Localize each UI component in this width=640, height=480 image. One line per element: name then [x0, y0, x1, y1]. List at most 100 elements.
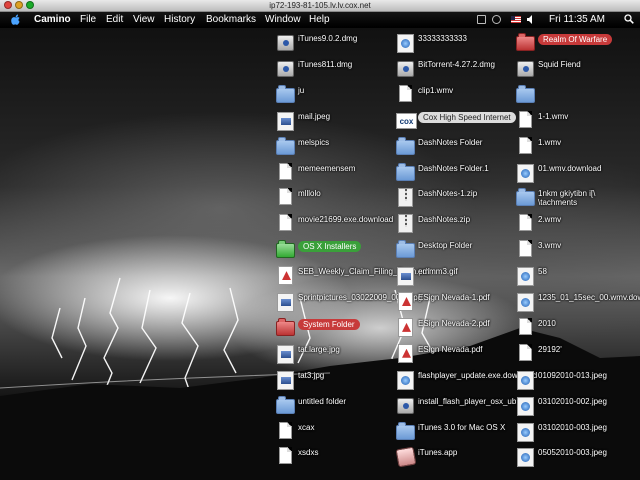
desktop-item[interactable]: emmm3.gif — [396, 265, 516, 291]
menu-file[interactable]: File — [80, 12, 96, 27]
desktop-item[interactable]: 29192' — [516, 343, 636, 369]
desktop-item[interactable]: Squid Fiend — [516, 58, 636, 84]
menu-view[interactable]: View — [133, 12, 155, 27]
display-icon[interactable] — [477, 15, 486, 24]
folder-icon — [276, 84, 295, 107]
image-file-icon — [276, 292, 295, 314]
desktop-item-label: Desktop Folder — [418, 241, 473, 251]
desktop-item[interactable]: Desktop Folder — [396, 239, 516, 265]
volume-icon[interactable] — [527, 15, 535, 24]
desktop-item-label: 05052010-003.jpeg — [538, 448, 607, 458]
desktop-item[interactable]: 33333333333 — [396, 32, 516, 58]
desktop-item[interactable]: xcax — [276, 421, 396, 447]
desktop-item-label: tat.large.jpg — [298, 344, 340, 354]
folder-icon — [276, 395, 295, 418]
quicktime-icon — [516, 292, 535, 314]
desktop-item[interactable]: tat.large.jpg — [276, 343, 396, 369]
pdf-icon — [396, 292, 415, 314]
us-flag-icon[interactable] — [511, 16, 521, 23]
desktop-item[interactable]: tat3.jpg — [276, 369, 396, 395]
desktop-item[interactable]: 03102010-003.jpeg — [516, 421, 636, 447]
desktop-item-label: 01.wmv.download — [538, 163, 602, 173]
desktop-item[interactable]: install_flash_player_osx_ub.dmg — [396, 395, 534, 421]
desktop-item-label: DashNotes Folder — [418, 137, 483, 147]
desktop-item[interactable]: movie21699.exe.download — [276, 213, 396, 239]
desktop-item[interactable]: System Folder — [276, 317, 396, 343]
desktop-item[interactable]: iTunes811.dmg — [276, 58, 396, 84]
desktop-item[interactable]: DashNotes.zip — [396, 213, 516, 239]
folder-icon — [276, 240, 295, 262]
image-file-icon — [396, 266, 415, 288]
window-title-bar[interactable]: ip72-193-81-105.lv.lv.cox.net — [0, 0, 640, 12]
desktop-item[interactable]: 1.wmv — [516, 136, 636, 162]
quicktime-icon — [396, 33, 415, 55]
desktop-item[interactable]: ESign Nevada-1.pdf — [396, 291, 516, 317]
document-icon — [276, 214, 295, 236]
desktop-item-label: 3.wmv — [538, 241, 562, 251]
desktop-item-label: DashNotes Folder.1 — [418, 163, 489, 173]
desktop-item[interactable]: flashplayer_update.exe.download — [396, 369, 537, 395]
desktop-item[interactable]: 3.wmv — [516, 239, 636, 265]
desktop-item-label: mlllolo — [298, 189, 321, 199]
desktop-item[interactable]: cox Cox High Speed Internet — [396, 110, 516, 136]
desktop-item[interactable]: 58 — [516, 265, 636, 291]
desktop-item[interactable]: memeemensem — [276, 162, 396, 188]
desktop-item[interactable]: iTunes9.0.2.dmg — [276, 32, 396, 58]
desktop-item-label: 2.wmv — [538, 215, 562, 225]
desktop-item[interactable]: xsdxs — [276, 446, 396, 472]
desktop-item[interactable]: 2.wmv — [516, 213, 636, 239]
desktop-item[interactable]: untitled folder — [276, 395, 396, 421]
desktop-item[interactable]: BitTorrent-4.27.2.dmg — [396, 58, 516, 84]
desktop-item[interactable]: 03102010-002.jpeg — [516, 395, 636, 421]
desktop-item[interactable]: mail.jpeg — [276, 110, 396, 136]
desktop-item-label: DashNotes-1.zip — [418, 189, 478, 199]
menu-window[interactable]: Window — [265, 12, 301, 27]
menu-help[interactable]: Help — [309, 12, 330, 27]
document-icon — [396, 84, 415, 107]
desktop-item[interactable]: iTunes.app — [395, 446, 516, 472]
desktop-item-label: 03102010-003.jpeg — [538, 422, 607, 432]
desktop-item[interactable]: ESign Nevada-2.pdf — [396, 317, 516, 343]
menu-bookmarks[interactable]: Bookmarks — [206, 12, 256, 27]
spotlight-search-icon[interactable] — [624, 14, 634, 24]
sync-icon[interactable] — [492, 15, 501, 24]
desktop-item-label: 2010 — [538, 318, 556, 328]
desktop-item-label: movie21699.exe.download — [298, 215, 394, 225]
desktop-item[interactable]: 1-1.wmv — [516, 110, 636, 136]
desktop-item[interactable]: iTunes 3.0 for Mac OS X — [396, 421, 516, 447]
desktop-item[interactable]: 1nkm gkiytibn i[\ \tachments — [516, 187, 636, 213]
desktop-item[interactable]: OS X Installers — [276, 239, 396, 265]
desktop-item[interactable]: 2010 — [516, 317, 636, 343]
folder-icon — [516, 188, 535, 210]
desktop-item[interactable]: melspics — [276, 136, 396, 162]
desktop-item[interactable]: 1235_01_15sec_00.wmv.download — [516, 291, 640, 317]
desktop-item[interactable]: Realm Of Warfare — [516, 32, 636, 58]
desktop-item[interactable]: 01092010-013.jpeg — [516, 369, 636, 395]
desktop-item[interactable]: clip1.wmv — [396, 84, 516, 110]
desktop-item[interactable] — [516, 84, 636, 110]
desktop-item-label: iTunes9.0.2.dmg — [298, 34, 358, 43]
menubar-clock[interactable]: Fri 11:35 AM — [549, 12, 605, 27]
desktop-item-label: emmm3.gif — [418, 267, 458, 277]
menu-edit[interactable]: Edit — [106, 12, 123, 27]
desktop-item[interactable]: DashNotes Folder — [396, 136, 516, 162]
menu-history[interactable]: History — [164, 12, 195, 27]
desktop-item[interactable]: 05052010-003.jpeg — [516, 446, 636, 472]
desktop-item-label: OS X Installers — [298, 241, 362, 253]
desktop-item[interactable]: DashNotes Folder.1 — [396, 162, 516, 188]
document-icon — [276, 162, 295, 185]
desktop-item[interactable]: SEB_Weekly_Claim_Filing_Form.pdf — [276, 265, 429, 291]
desktop-item[interactable]: DashNotes-1.zip — [396, 187, 516, 213]
desktop-item[interactable]: ESign Nevada.pdf — [396, 343, 516, 369]
desktop-item-label: Realm Of Warfare — [538, 34, 613, 45]
desktop-item[interactable]: ju — [276, 84, 396, 110]
apple-menu-icon[interactable] — [11, 14, 21, 25]
desktop-item[interactable]: 01.wmv.download — [516, 162, 636, 188]
document-icon — [276, 447, 295, 469]
quicktime-icon — [516, 422, 535, 444]
desktop-item-label: 1235_01_15sec_00.wmv.download — [538, 293, 640, 302]
menu-app-name[interactable]: Camino — [34, 12, 71, 27]
desktop-item[interactable]: Sprintpictures_03022009_0004.jpg — [276, 291, 422, 317]
desktop-item[interactable]: mlllolo — [276, 187, 396, 213]
desktop[interactable]: iTunes9.0.2.dmg iTunes811.dmg ju mail.jpeg m… — [0, 28, 640, 480]
